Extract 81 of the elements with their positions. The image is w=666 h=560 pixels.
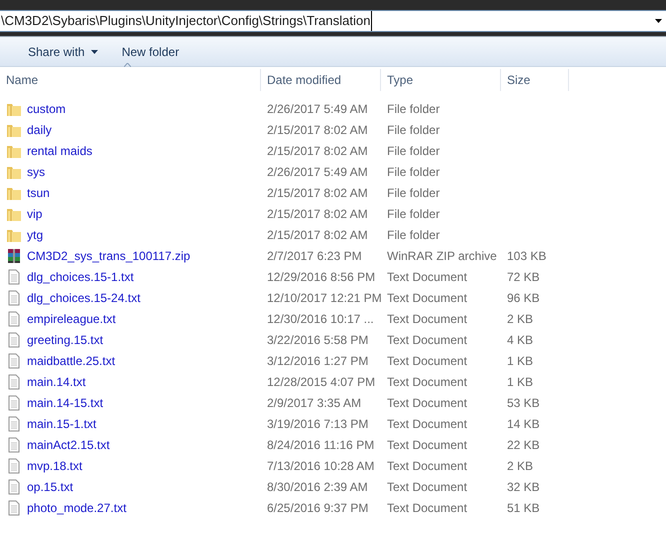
file-name[interactable]: mainAct2.15.txt <box>27 436 110 454</box>
date-modified: 3/12/2016 1:27 PM <box>267 354 368 368</box>
file-name[interactable]: rental maids <box>27 142 92 160</box>
file-name[interactable]: mvp.18.txt <box>27 456 82 474</box>
file-size: 72 KB <box>507 270 540 284</box>
column-header[interactable]: Size <box>501 69 569 91</box>
date-modified: 2/26/2017 5:49 AM <box>267 102 368 116</box>
file-type: Text Document <box>387 270 468 284</box>
date-modified: 8/24/2016 11:16 PM <box>267 438 374 452</box>
file-size: 103 KB <box>507 248 546 262</box>
date-modified: 2/26/2017 5:49 AM <box>267 164 368 178</box>
file-type: Text Document <box>387 438 468 452</box>
date-modified: 6/25/2016 9:37 PM <box>267 500 368 514</box>
file-type: File folder <box>387 122 440 136</box>
file-size: 53 KB <box>507 396 540 410</box>
date-modified: 12/30/2016 10:17 ... <box>267 312 374 326</box>
file-size: 1 KB <box>507 374 534 388</box>
file-name[interactable]: daily <box>27 120 52 138</box>
file-name[interactable]: photo_mode.27.txt <box>27 498 126 516</box>
date-modified: 2/9/2017 3:35 AM <box>267 396 362 410</box>
file-name[interactable]: maidbattle.25.txt <box>27 352 116 370</box>
file-type: File folder <box>387 206 440 220</box>
file-type: Text Document <box>387 332 468 346</box>
file-name[interactable]: main.15-1.txt <box>27 414 96 432</box>
file-type: Text Document <box>387 374 468 388</box>
file-type: File folder <box>387 102 440 116</box>
toolbar-button[interactable]: New folder <box>114 40 188 64</box>
file-name[interactable]: CM3D2_sys_trans_100117.zip <box>27 246 190 264</box>
column-header[interactable]: Date modified <box>261 69 381 91</box>
file-size: 2 KB <box>507 458 534 472</box>
file-name[interactable]: empireleague.txt <box>27 310 116 328</box>
file-name[interactable]: dlg_choices.15-24.txt <box>27 288 140 306</box>
column-header[interactable]: Type <box>381 69 501 91</box>
file-name[interactable]: sys <box>27 162 45 180</box>
file-name[interactable]: ytg <box>27 226 44 244</box>
file-name[interactable]: custom <box>27 100 66 118</box>
file-type: Text Document <box>387 480 468 494</box>
file-name[interactable]: greeting.15.txt <box>27 330 104 348</box>
file-size: 1 KB <box>507 354 534 368</box>
file-type: Text Document <box>387 312 468 326</box>
file-size: 2 KB <box>507 312 534 326</box>
file-type: WinRAR ZIP archive <box>387 248 497 262</box>
date-modified: 7/13/2016 10:28 AM <box>267 458 374 472</box>
file-size: 96 KB <box>507 290 540 304</box>
file-size: 51 KB <box>507 500 540 514</box>
file-type: File folder <box>387 144 440 158</box>
share-with-button[interactable]: Share with <box>20 40 106 64</box>
date-modified: 12/28/2015 4:07 PM <box>267 374 376 388</box>
date-modified: 2/15/2017 8:02 AM <box>267 122 368 136</box>
file-name[interactable]: dlg_choices.15-1.txt <box>27 268 134 286</box>
file-name[interactable]: tsun <box>27 184 50 202</box>
date-modified: 3/19/2016 7:13 PM <box>267 416 368 430</box>
file-type: Text Document <box>387 416 468 430</box>
file-type: File folder <box>387 186 440 200</box>
file-size: 22 KB <box>507 438 540 452</box>
file-name[interactable]: vip <box>27 204 42 222</box>
file-type: Text Document <box>387 500 468 514</box>
address-path[interactable]: \CM3D2\Sybaris\Plugins\UnityInjector\Config\Strings\Translation <box>0 11 372 31</box>
file-size: 32 KB <box>507 480 540 494</box>
file-name[interactable]: main.14.txt <box>27 372 86 390</box>
file-type: Text Document <box>387 290 468 304</box>
file-type: File folder <box>387 164 440 178</box>
column-header[interactable]: Name <box>0 69 261 91</box>
date-modified: 12/29/2016 8:56 PM <box>267 270 376 284</box>
date-modified: 12/10/2017 12:21 PM <box>267 290 382 304</box>
date-modified: 2/15/2017 8:02 AM <box>267 144 368 158</box>
date-modified: 2/7/2017 6:23 PM <box>267 248 362 262</box>
date-modified: 2/15/2017 8:02 AM <box>267 228 368 242</box>
file-name[interactable]: op.15.txt <box>27 478 74 496</box>
file-type: Text Document <box>387 458 468 472</box>
file-size: 4 KB <box>507 332 534 346</box>
date-modified: 8/30/2016 2:39 AM <box>267 480 368 494</box>
file-type: Text Document <box>387 396 468 410</box>
date-modified: 2/15/2017 8:02 AM <box>267 206 368 220</box>
file-type: Text Document <box>387 354 468 368</box>
date-modified: 2/15/2017 8:02 AM <box>267 186 368 200</box>
file-type: File folder <box>387 228 440 242</box>
file-name[interactable]: main.14-15.txt <box>27 394 104 412</box>
file-size: 14 KB <box>507 416 540 430</box>
date-modified: 3/22/2016 5:58 PM <box>267 332 368 346</box>
dropdown-arrow-icon[interactable] <box>655 19 662 23</box>
